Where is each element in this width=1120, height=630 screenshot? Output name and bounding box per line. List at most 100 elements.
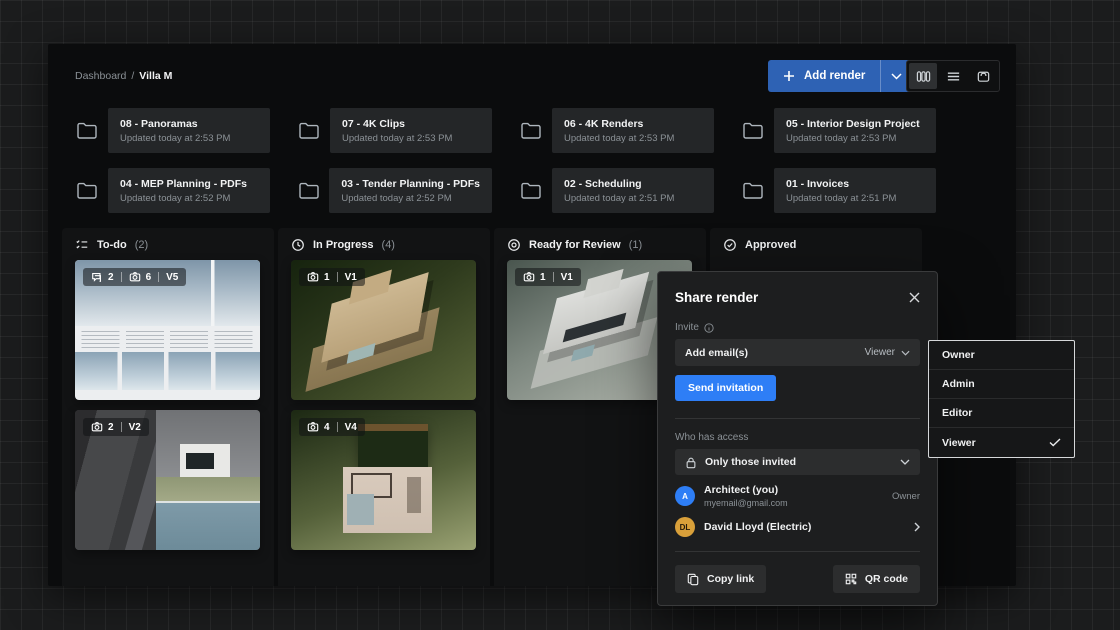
avatar: DL	[675, 517, 695, 537]
send-invitation-button[interactable]: Send invitation	[675, 375, 776, 401]
folder-card[interactable]: 08 - PanoramasUpdated today at 2:53 PM	[75, 108, 270, 153]
member-name: David Lloyd (Electric)	[704, 521, 905, 533]
email-input[interactable]: Add email(s) Viewer	[675, 339, 920, 366]
role-select[interactable]: Viewer	[865, 347, 910, 358]
folder-card[interactable]: 05 - Interior Design Project Updated toda…	[741, 108, 936, 153]
breadcrumb-current: Villa M	[139, 70, 172, 82]
chevron-right-icon	[914, 522, 920, 532]
folder-icon	[741, 119, 774, 143]
folder-card[interactable]: 03 - Tender Planning - PDFsUpdated today…	[297, 168, 492, 213]
card-badge: 2 V2	[83, 418, 149, 436]
render-card-pool-house[interactable]: 2 V2	[75, 410, 260, 550]
folder-title: 06 - 4K Renders	[564, 118, 702, 130]
comment-count: 2	[91, 271, 114, 283]
divider	[675, 418, 920, 419]
render-count: 1	[523, 271, 546, 283]
add-render-label: Add render	[804, 70, 865, 82]
folder-updated: Updated today at 2:51 PM	[786, 193, 924, 204]
folder-updated: Updated today at 2:52 PM	[341, 193, 480, 204]
card-badge: 2 6 V5	[83, 268, 186, 286]
folder-title: 01 - Invoices	[786, 178, 924, 190]
modal-title: Share render	[675, 290, 758, 305]
folder-icon	[297, 179, 329, 203]
column-todo: To-do (2) 2 6	[62, 228, 274, 586]
archive-view-icon	[976, 69, 991, 84]
role-option-admin[interactable]: Admin	[929, 370, 1074, 399]
list-view-button[interactable]	[939, 63, 967, 89]
board-view-button[interactable]	[909, 63, 937, 89]
chevron-down-icon	[901, 350, 910, 356]
folder-card[interactable]: 07 - 4K ClipsUpdated today at 2:53 PM	[297, 108, 492, 153]
render-card-wood-model[interactable]: 1 V1	[291, 260, 476, 400]
version-tag: V2	[129, 422, 141, 433]
folder-title: 02 - Scheduling	[564, 178, 702, 190]
qr-code-icon	[845, 573, 857, 585]
camera-icon	[129, 271, 141, 283]
add-render-main[interactable]: Add render	[768, 60, 880, 92]
breadcrumb-root[interactable]: Dashboard	[75, 70, 126, 82]
board-view-icon	[916, 69, 931, 84]
version-tag: V5	[166, 272, 178, 283]
camera-icon	[307, 271, 319, 283]
render-card-floor-plan[interactable]: 4 V4	[291, 410, 476, 550]
add-render-button[interactable]: Add render	[768, 60, 912, 92]
folder-icon	[519, 119, 552, 143]
render-count: 6	[129, 271, 152, 283]
version-tag: V1	[561, 272, 573, 283]
member-row-david-lloyd[interactable]: DL David Lloyd (Electric)	[675, 514, 920, 540]
chevron-down-icon	[891, 73, 902, 80]
list-view-icon	[946, 69, 961, 84]
divider	[675, 551, 920, 552]
folder-icon	[519, 179, 552, 203]
member-role: Owner	[892, 491, 920, 502]
access-value: Only those invited	[705, 456, 892, 468]
folder-updated: Updated today at 2:52 PM	[120, 193, 258, 204]
archive-view-button[interactable]	[969, 63, 997, 89]
member-email: myemail@gmail.com	[704, 498, 883, 508]
folder-card[interactable]: 04 - MEP Planning - PDFs Updated today at…	[75, 168, 270, 213]
lock-icon	[685, 456, 697, 469]
folder-updated: Updated today at 2:53 PM	[120, 133, 258, 144]
email-placeholder: Add email(s)	[685, 347, 748, 359]
todo-list-icon	[75, 238, 89, 252]
folder-card[interactable]: 06 - 4K Renders Updated today at 2:53 PM	[519, 108, 714, 153]
card-badge: 1 V1	[515, 268, 581, 286]
folder-card[interactable]: 02 - Scheduling Updated today at 2:51 PM	[519, 168, 714, 213]
folder-title: 07 - 4K Clips	[342, 118, 480, 130]
qr-code-button[interactable]: QR code	[833, 565, 920, 593]
access-select[interactable]: Only those invited	[675, 449, 920, 475]
avatar: A	[675, 486, 695, 506]
copy-link-button[interactable]: Copy link	[675, 565, 766, 593]
folder-title: 05 - Interior Design Project	[786, 118, 924, 130]
role-option-owner[interactable]: Owner	[929, 341, 1074, 370]
column-in-progress: In Progress (4) 1 V1	[278, 228, 490, 586]
folder-updated: Updated today at 2:53 PM	[564, 133, 702, 144]
camera-icon	[307, 421, 319, 433]
column-label: To-do	[97, 239, 127, 251]
role-option-viewer[interactable]: Viewer	[929, 428, 1074, 457]
camera-icon	[91, 421, 103, 433]
eye-icon	[507, 238, 521, 252]
card-badge: 1 V1	[299, 268, 365, 286]
folder-updated: Updated today at 2:51 PM	[564, 193, 702, 204]
info-icon	[704, 323, 714, 333]
folder-card[interactable]: 01 - Invoices Updated today at 2:51 PM	[741, 168, 936, 213]
role-option-editor[interactable]: Editor	[929, 399, 1074, 428]
folder-title: 04 - MEP Planning - PDFs	[120, 178, 258, 190]
member-name: Architect (you)	[704, 484, 883, 496]
column-label: Approved	[745, 239, 796, 251]
close-icon[interactable]	[909, 292, 920, 303]
clock-icon	[291, 238, 305, 252]
column-label: Ready for Review	[529, 239, 621, 251]
render-count: 4	[307, 421, 330, 433]
folder-icon	[741, 179, 774, 203]
column-label: In Progress	[313, 239, 374, 251]
folder-icon	[75, 179, 108, 203]
card-badge: 4 V4	[299, 418, 365, 436]
chevron-down-icon	[900, 459, 910, 465]
render-card-panoramas[interactable]: 2 6 V5	[75, 260, 260, 400]
folder-updated: Updated today at 2:53 PM	[786, 133, 924, 144]
folder-icon	[75, 119, 108, 143]
check-circle-icon	[723, 238, 737, 252]
plus-icon	[783, 70, 795, 82]
